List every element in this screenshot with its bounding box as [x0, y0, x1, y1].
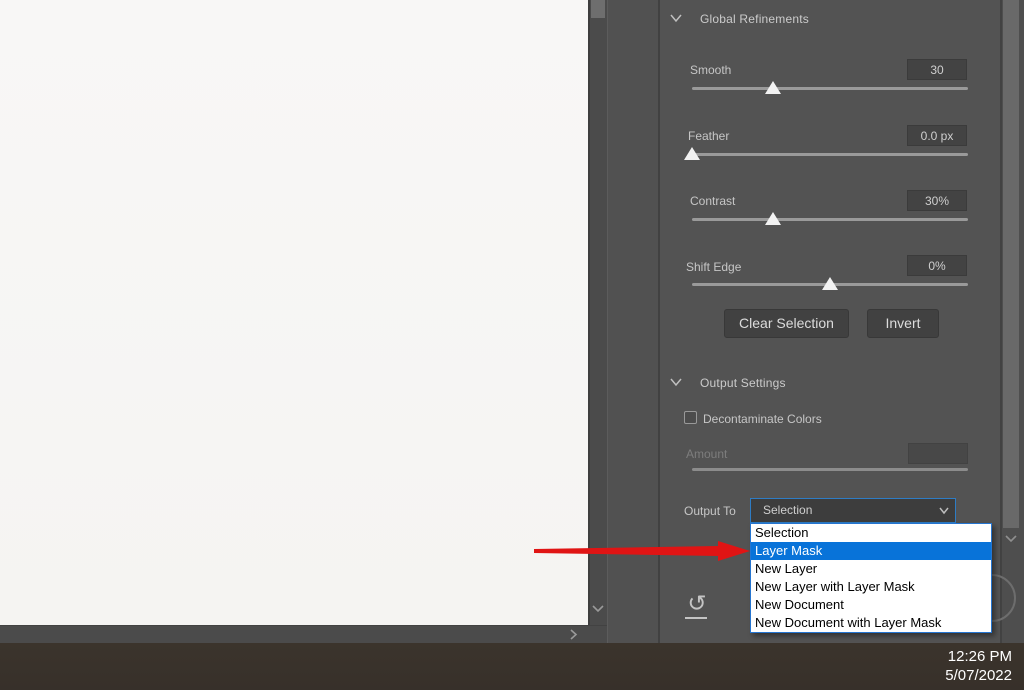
dropdown-option-layer-mask[interactable]: Layer Mask [751, 542, 991, 560]
select-chevron-down-icon[interactable] [938, 506, 950, 515]
amount-label: Amount [686, 447, 727, 461]
scroll-down-icon[interactable] [591, 603, 605, 613]
panel-vertical-scrollbar-thumb[interactable] [1003, 0, 1019, 528]
section-collapse-chevron-icon[interactable] [669, 377, 683, 387]
smooth-slider-thumb[interactable] [765, 81, 781, 94]
shift-edge-value-input[interactable]: 0% [907, 255, 967, 276]
output-settings-header[interactable]: Output Settings [700, 376, 786, 390]
smooth-label: Smooth [690, 63, 731, 77]
dropdown-option-new-document-with-layer-mask[interactable]: New Document with Layer Mask [751, 614, 991, 632]
feather-slider-thumb[interactable] [684, 147, 700, 160]
shift-edge-slider-thumb[interactable] [822, 277, 838, 290]
output-to-select[interactable]: Selection [750, 498, 956, 523]
feather-label: Feather [688, 129, 729, 143]
feather-slider-track[interactable] [692, 153, 968, 156]
contrast-slider-thumb[interactable] [765, 212, 781, 225]
dropdown-option-new-layer-with-layer-mask[interactable]: New Layer with Layer Mask [751, 578, 991, 596]
output-to-dropdown-list: Selection Layer Mask New Layer New Layer… [750, 523, 992, 633]
section-collapse-chevron-icon[interactable] [669, 13, 683, 23]
windows-taskbar: 12:26 PM 5/07/2022 [0, 643, 1024, 690]
dropdown-option-new-layer[interactable]: New Layer [751, 560, 991, 578]
reset-workspace-icon[interactable] [685, 617, 707, 619]
red-annotation-arrow-icon [530, 538, 752, 564]
canvas-vertical-scrollbar-thumb[interactable] [591, 0, 605, 18]
smooth-slider-track[interactable] [692, 87, 968, 90]
amount-value-input [908, 443, 968, 464]
canvas-horizontal-scrollbar[interactable] [0, 625, 607, 643]
dropdown-option-selection[interactable]: Selection [751, 524, 991, 542]
contrast-label: Contrast [690, 194, 735, 208]
scroll-right-icon[interactable] [567, 628, 579, 641]
reset-workspace-icon[interactable]: ↺ [682, 592, 712, 624]
taskbar-time: 12:26 PM [945, 647, 1012, 666]
shift-edge-label: Shift Edge [686, 260, 741, 274]
global-refinements-header[interactable]: Global Refinements [700, 12, 809, 26]
decontaminate-colors-checkbox[interactable] [684, 411, 697, 424]
smooth-value-input[interactable]: 30 [907, 59, 967, 80]
taskbar-clock[interactable]: 12:26 PM 5/07/2022 [945, 647, 1012, 685]
decontaminate-colors-label: Decontaminate Colors [703, 412, 822, 426]
feather-value-input[interactable]: 0.0 px [907, 125, 967, 146]
amount-slider-track [692, 468, 968, 471]
taskbar-date: 5/07/2022 [945, 666, 1012, 685]
document-canvas[interactable] [0, 0, 588, 625]
dropdown-option-new-document[interactable]: New Document [751, 596, 991, 614]
invert-button[interactable]: Invert [867, 309, 939, 338]
output-to-label: Output To [684, 504, 736, 518]
clear-selection-button[interactable]: Clear Selection [724, 309, 849, 338]
panel-scroll-down-icon[interactable] [1003, 533, 1019, 544]
contrast-slider-track[interactable] [692, 218, 968, 221]
contrast-value-input[interactable]: 30% [907, 190, 967, 211]
